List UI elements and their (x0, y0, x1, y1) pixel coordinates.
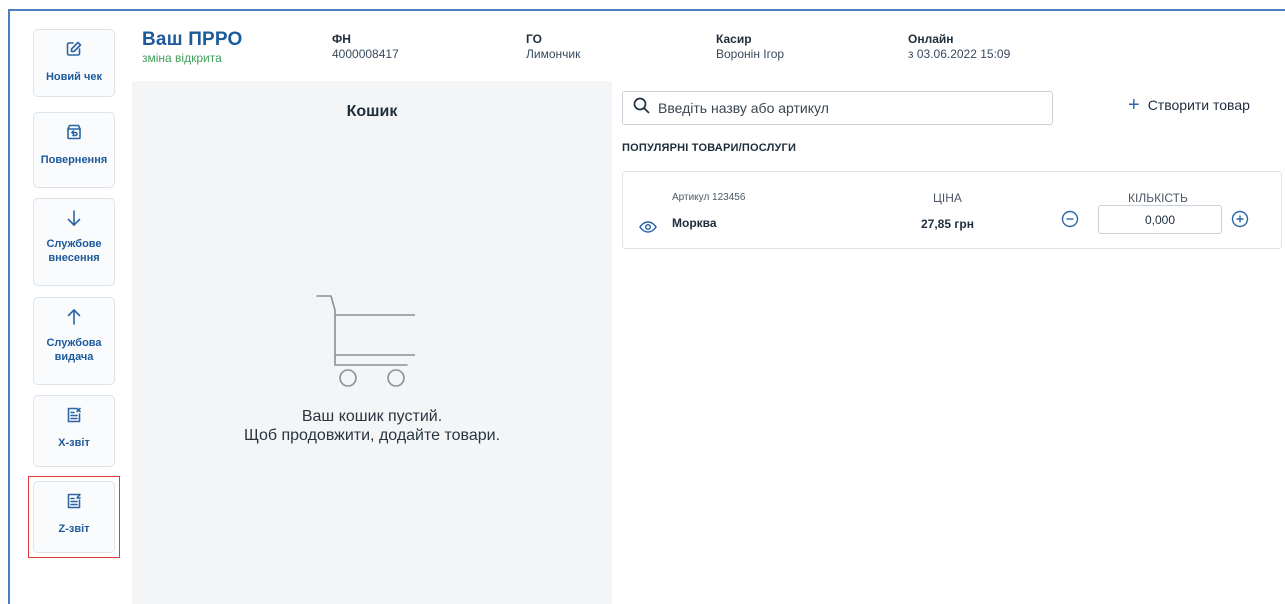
product-name: Морква (672, 216, 717, 230)
fiscal-number-value: 4000008417 (332, 47, 399, 61)
arrow-down-icon (63, 207, 85, 229)
price-label: ЦІНА (933, 191, 962, 205)
cart-title: Кошик (346, 103, 398, 120)
edit-icon (63, 38, 85, 60)
return-label: Повернення (40, 154, 108, 166)
product-card: Артикул 123456 Морква ЦІНА 27,85 грн КІЛ… (622, 171, 1282, 249)
cashier-label: Касир (716, 32, 752, 46)
online-label: Онлайн (908, 32, 954, 46)
shift-status: зміна відкрита (142, 51, 222, 65)
return-box-icon (63, 121, 85, 143)
product-article: Артикул 123456 (672, 192, 746, 203)
shopping-cart-icon (315, 293, 420, 394)
create-product-button[interactable]: + Створити товар (1128, 94, 1250, 116)
search-icon (633, 97, 650, 119)
brand: Ваш ПРРО зміна відкрита (142, 29, 243, 65)
empty-cart-line1: Ваш кошик пустий. (301, 408, 443, 425)
header: Ваш ПРРО зміна відкрита ФН 4000008417 ГО… (132, 11, 1285, 81)
new-receipt-button[interactable]: Новий чек (33, 29, 115, 97)
sidebar: Новий чек Повернення Службове внесення С… (10, 11, 130, 604)
quantity-label: КІЛЬКІСТЬ (1128, 191, 1188, 205)
create-product-label: Створити товар (1147, 97, 1250, 113)
increase-quantity-icon[interactable] (1231, 210, 1249, 233)
cart-panel: Кошик Ваш кошик пустий. Щоб продовжити, … (132, 81, 612, 604)
cashier-value: Воронін Ігор (716, 47, 785, 61)
plus-icon: + (1128, 94, 1140, 116)
product-price: 27,85 грн (921, 217, 974, 231)
search-input[interactable] (658, 100, 1038, 116)
empty-cart-message: Ваш кошик пустий. Щоб продовжити, додайт… (132, 407, 612, 445)
service-deposit-button[interactable]: Службове внесення (33, 198, 115, 286)
fiscal-number: ФН 4000008417 (332, 32, 399, 62)
online-status: Онлайн з 03.06.2022 15:09 (908, 32, 1010, 62)
new-receipt-label: Новий чек (45, 71, 102, 83)
quantity-input[interactable] (1098, 205, 1222, 234)
x-report-label: X-звіт (58, 437, 90, 449)
app-frame: Новий чек Повернення Службове внесення С… (8, 9, 1285, 604)
fiscal-number-label: ФН (332, 32, 351, 46)
online-value: з 03.06.2022 15:09 (908, 47, 1011, 61)
return-button[interactable]: Повернення (33, 112, 115, 188)
service-deposit-label: Службове внесення (46, 238, 102, 264)
search-box[interactable] (622, 91, 1053, 125)
x-report-button[interactable]: X-звіт (33, 395, 115, 467)
app-title: Ваш ПРРО (142, 29, 243, 50)
eye-icon[interactable] (639, 220, 657, 238)
arrow-up-icon (63, 306, 85, 328)
service-withdrawal-label: Службова видача (46, 337, 102, 363)
decrease-quantity-icon[interactable] (1061, 210, 1079, 233)
x-report-icon (63, 404, 85, 426)
business-entity-label: ГО (526, 32, 542, 46)
business-entity: ГО Лимончик (526, 32, 580, 62)
cashier: Касир Воронін Ігор (716, 32, 784, 62)
z-report-highlight (28, 476, 120, 558)
popular-title: ПОПУЛЯРНІ ТОВАРИ/ПОСЛУГИ (622, 142, 797, 154)
business-entity-value: Лимончик (526, 47, 581, 61)
empty-cart-line2: Щоб продовжити, додайте товари. (243, 427, 501, 444)
service-withdrawal-button[interactable]: Службова видача (33, 297, 115, 385)
